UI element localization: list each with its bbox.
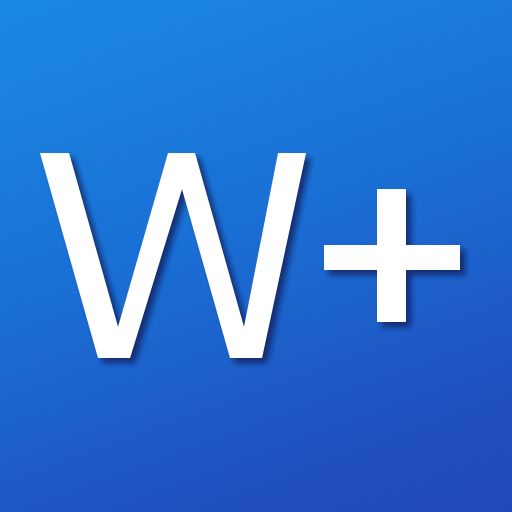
plus-sign-glyph (324, 189, 460, 322)
w-plus-logo (40, 153, 460, 358)
app-icon[interactable] (0, 0, 512, 512)
letter-w-glyph (40, 153, 306, 358)
